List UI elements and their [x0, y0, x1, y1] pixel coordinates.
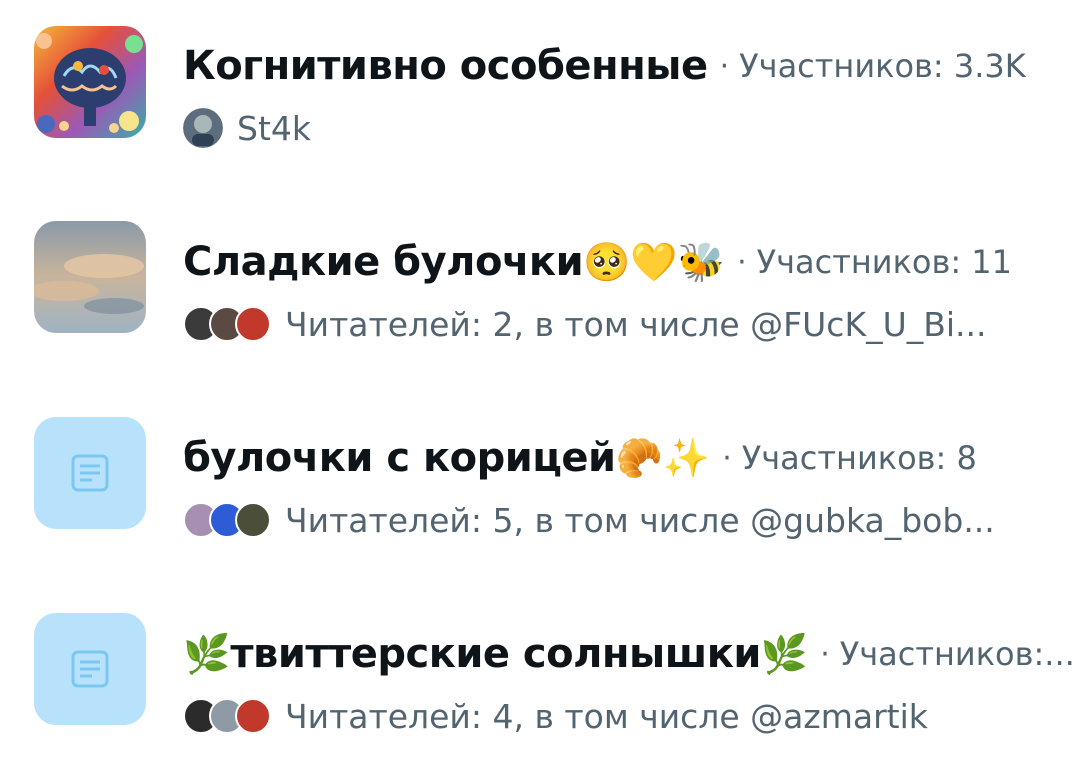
separator: · — [820, 636, 830, 672]
reader-avatar — [235, 502, 271, 538]
document-icon — [71, 454, 109, 492]
document-icon — [71, 650, 109, 688]
reader-avatar — [235, 306, 271, 342]
community-thumbnail[interactable] — [34, 221, 146, 333]
readers-text[interactable]: Читателей: 4, в том числе @azmartik — [285, 697, 928, 736]
community-thumbnail[interactable] — [34, 417, 146, 529]
community-name[interactable]: булочки с корицей — [183, 435, 616, 481]
community-emoji: 🥺💛🐝 — [583, 239, 726, 284]
community-emoji-prefix: 🌿 — [183, 631, 231, 676]
community-sub-line: Читателей: 2, в том числе @FUcK_U_Bi... — [183, 300, 987, 348]
readers-text[interactable]: Читателей: 2, в том числе @FUcK_U_Bi... — [285, 305, 987, 344]
reader-avatars[interactable] — [183, 306, 271, 342]
community-item[interactable]: 🌿 твиттерские солнышки 🌿 · Участников:..… — [0, 588, 1080, 738]
community-sub-line: Читателей: 5, в том числе @gubka_bob... — [183, 496, 995, 544]
members-count: Участников: 8 — [741, 439, 977, 477]
owner-name[interactable]: St4k — [237, 109, 311, 148]
community-thumbnail[interactable] — [34, 613, 146, 725]
readers-text[interactable]: Читателей: 5, в том числе @gubka_bob... — [285, 501, 995, 540]
community-title-line: Когнитивно особенные · Участников: 3.3K — [183, 36, 1026, 96]
community-sub-line: St4k — [183, 104, 311, 152]
community-thumbnail[interactable] — [34, 26, 146, 138]
members-count: Участников: 11 — [756, 243, 1013, 281]
community-title-line: 🌿 твиттерские солнышки 🌿 · Участников:..… — [183, 624, 1075, 684]
sky-image — [34, 221, 146, 333]
community-name[interactable]: Когнитивно особенные — [183, 43, 708, 89]
community-emoji: 🌿 — [760, 631, 809, 676]
brain-art-image — [34, 26, 146, 138]
community-sub-line: Читателей: 4, в том числе @azmartik — [183, 692, 928, 740]
separator: · — [722, 440, 732, 476]
community-item[interactable]: Когнитивно особенные · Участников: 3.3K … — [0, 0, 1080, 150]
community-item[interactable]: Сладкие булочки 🥺💛🐝 · Участников: 11 Чит… — [0, 196, 1080, 346]
community-item[interactable]: булочки с корицей 🥐✨ · Участников: 8 Чит… — [0, 392, 1080, 542]
community-title-line: булочки с корицей 🥐✨ · Участников: 8 — [183, 428, 977, 488]
separator: · — [737, 244, 747, 280]
community-emoji: 🥐✨ — [615, 435, 711, 480]
separator: · — [719, 48, 730, 84]
members-count: Участников:... — [839, 635, 1075, 673]
members-count: Участников: 3.3K — [739, 47, 1026, 85]
community-name[interactable]: Сладкие булочки — [183, 239, 584, 285]
reader-avatar — [235, 698, 271, 734]
owner-avatar[interactable] — [183, 108, 223, 148]
community-title-line: Сладкие булочки 🥺💛🐝 · Участников: 11 — [183, 232, 1012, 292]
reader-avatars[interactable] — [183, 698, 271, 734]
community-name[interactable]: твиттерские солнышки — [230, 631, 761, 677]
reader-avatars[interactable] — [183, 502, 271, 538]
